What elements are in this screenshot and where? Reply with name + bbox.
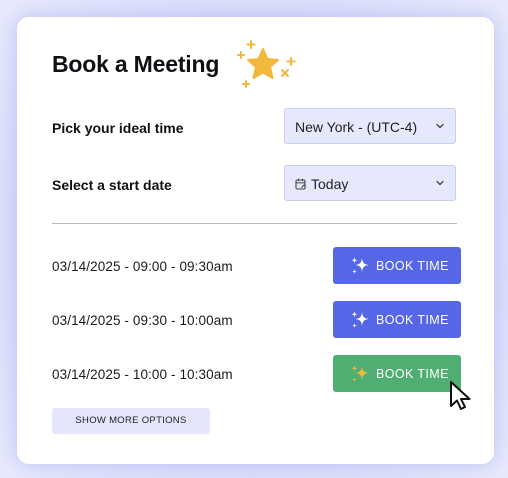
time-slot-label: 03/14/2025 - 09:00 - 09:30am	[52, 259, 233, 274]
book-time-label: BOOK TIME	[376, 367, 449, 381]
book-time-button[interactable]: BOOK TIME	[333, 301, 461, 338]
start-date-label: Select a start date	[52, 177, 172, 193]
book-time-label: BOOK TIME	[376, 259, 449, 273]
sparkle-icon	[351, 365, 369, 382]
calendar-icon	[295, 178, 306, 190]
sparkle-icon	[351, 257, 369, 274]
start-date-value-wrap: Today	[295, 176, 348, 192]
sparkle-icon	[351, 311, 369, 328]
booking-card: Book a Meeting Pick your ideal time New …	[17, 17, 494, 464]
start-date-select[interactable]: Today	[284, 165, 456, 201]
timezone-label: Pick your ideal time	[52, 120, 184, 136]
timezone-select[interactable]: New York - (UTC-4)	[284, 108, 456, 144]
chevron-down-icon	[436, 123, 444, 129]
book-time-button[interactable]: BOOK TIME	[333, 355, 461, 392]
timezone-value: New York - (UTC-4)	[295, 119, 418, 135]
show-more-options-button[interactable]: SHOW MORE OPTIONS	[52, 408, 210, 434]
time-slot-label: 03/14/2025 - 10:00 - 10:30am	[52, 367, 233, 382]
chevron-down-icon	[436, 180, 444, 186]
mouse-pointer-icon	[450, 381, 471, 410]
page-title: Book a Meeting	[52, 51, 220, 77]
book-time-button[interactable]: BOOK TIME	[333, 247, 461, 284]
book-time-label: BOOK TIME	[376, 313, 449, 327]
start-date-value: Today	[311, 176, 349, 192]
time-slot-label: 03/14/2025 - 09:30 - 10:00am	[52, 313, 233, 328]
stars-decoration-icon	[237, 40, 296, 88]
divider	[52, 223, 457, 224]
